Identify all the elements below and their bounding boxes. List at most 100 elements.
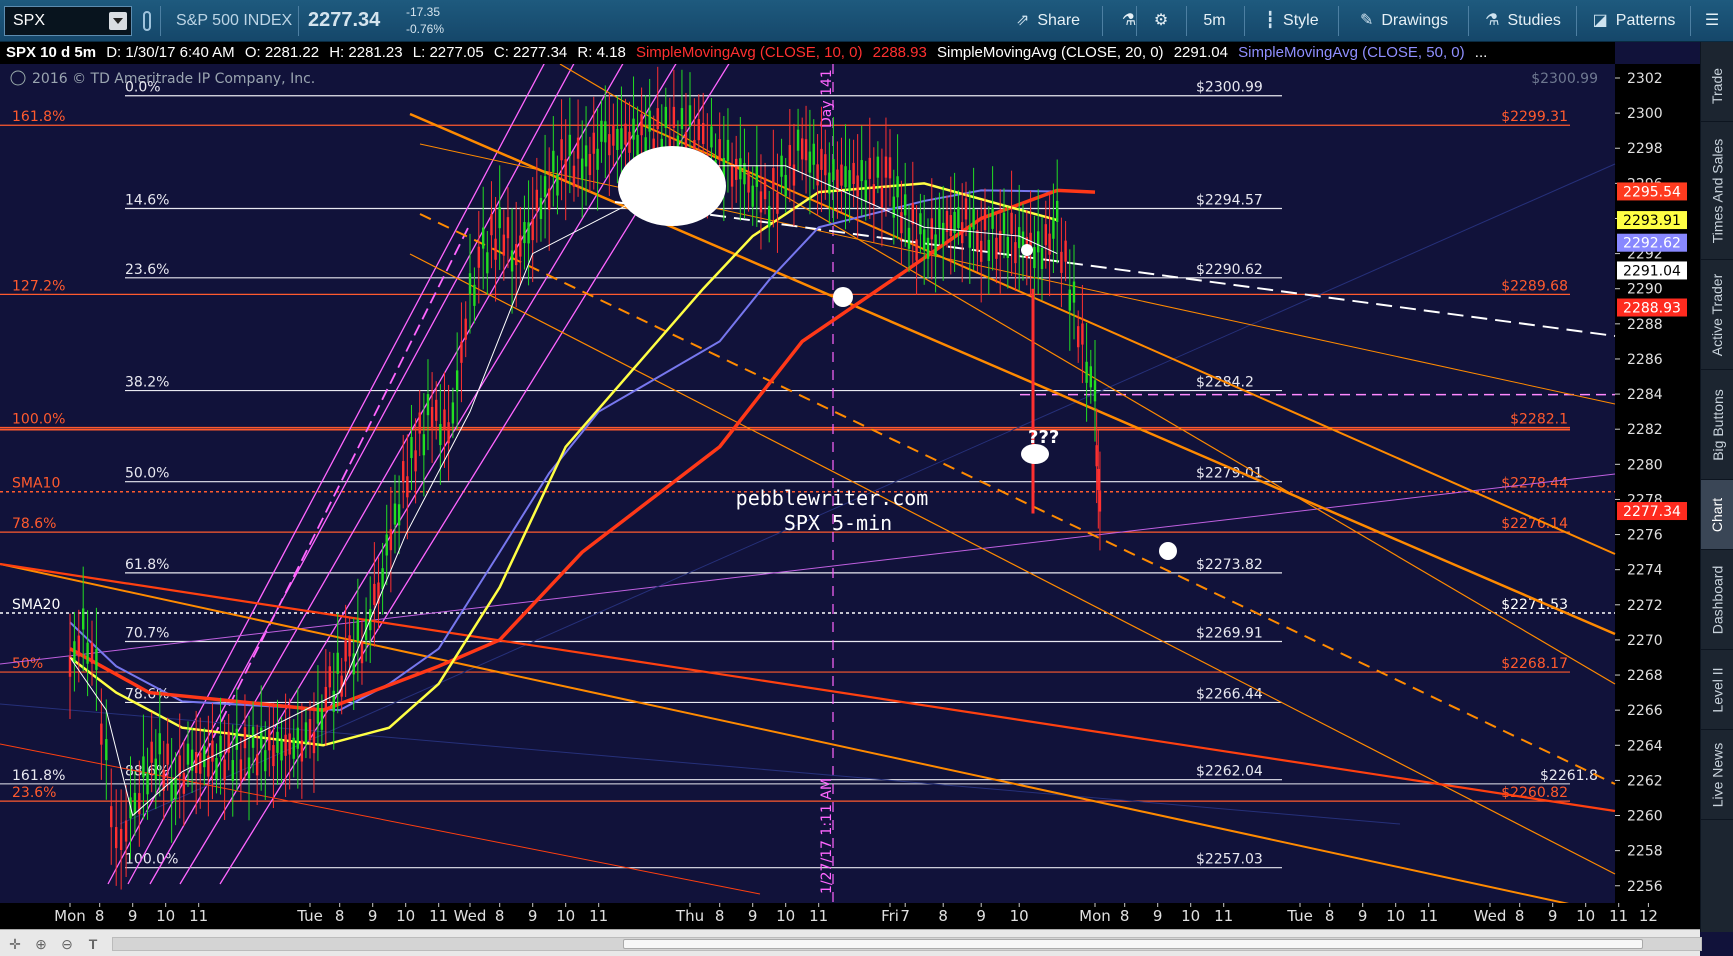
candle-body <box>328 666 331 688</box>
candle-body <box>556 174 559 196</box>
candle-body <box>255 754 259 776</box>
candle-body <box>820 148 823 170</box>
price-tick-label: 2268 <box>1627 668 1663 684</box>
candle-body <box>1095 445 1098 467</box>
candle-body <box>656 108 659 130</box>
text-tool-icon[interactable]: T <box>84 935 102 953</box>
candle-body <box>292 737 295 759</box>
candle-body <box>584 145 588 167</box>
fib-value-label: $2269.91 <box>1196 626 1263 642</box>
side-tab-times-and-sales[interactable]: Times And Sales <box>1701 122 1733 260</box>
style-button[interactable]: ┇ Style <box>1246 0 1338 42</box>
candle-body <box>402 461 405 483</box>
share-button[interactable]: ⇗ Share <box>994 0 1102 42</box>
fib-value-label: $2294.57 <box>1196 192 1263 208</box>
candle-body <box>73 641 76 663</box>
scrollbar-thumb[interactable] <box>623 939 1643 949</box>
candle-body <box>133 792 137 814</box>
candle-body <box>588 153 592 176</box>
zoom-out-icon[interactable]: ⊖ <box>58 935 76 953</box>
fib-level-label: 23.6% <box>125 262 169 278</box>
candle-body <box>552 150 555 172</box>
candle-body <box>759 191 763 213</box>
price-tick-label: 2266 <box>1627 703 1663 719</box>
candle-body <box>280 739 283 761</box>
candle-body <box>268 729 271 751</box>
candle-body <box>949 215 952 237</box>
time-tick-label: 9 <box>528 907 538 925</box>
candle-body <box>124 820 128 842</box>
side-tab-dashboard[interactable]: Dashboard <box>1701 550 1733 650</box>
candle-body <box>872 184 876 206</box>
candle-body <box>430 406 434 429</box>
pencil-icon: ✎ <box>1359 12 1374 29</box>
fib-value-label: $2262.04 <box>1196 764 1263 780</box>
zoom-in-icon[interactable]: ⊕ <box>32 935 50 953</box>
bar-high: H: 2281.23 <box>329 44 403 61</box>
patterns-icon: ◪ <box>1592 12 1608 29</box>
symbol-input[interactable]: SPX <box>4 6 132 36</box>
price-tick-label: 2288 <box>1627 317 1663 333</box>
candle-body <box>788 145 792 167</box>
candle-body <box>211 740 214 762</box>
candle-body <box>1048 233 1051 255</box>
settings-button[interactable]: ⚙ <box>1137 0 1185 42</box>
candle-body <box>840 164 843 186</box>
horizontal-scrollbar[interactable] <box>112 937 1702 951</box>
candle-body <box>710 126 713 148</box>
sma20-label[interactable]: SimpleMovingAvg (CLOSE, 20, 0) <box>937 44 1164 61</box>
candle-body <box>519 235 522 257</box>
candle-body <box>473 284 476 306</box>
marker-dot <box>1159 542 1177 560</box>
candle-body <box>718 139 721 161</box>
more-studies[interactable]: ... <box>1475 44 1488 61</box>
price-tick-label: 2256 <box>1627 879 1663 895</box>
side-tab-level-ii[interactable]: Level II <box>1701 650 1733 730</box>
side-tab-active-trader[interactable]: Active Trader <box>1701 260 1733 370</box>
candle-body <box>1056 200 1059 222</box>
fib-level-label: 14.6% <box>125 192 169 208</box>
candle-body <box>215 757 218 779</box>
candle-body <box>194 751 198 774</box>
patterns-button[interactable]: ◪ Patterns <box>1578 0 1690 42</box>
candle-body <box>648 110 651 132</box>
time-tick-label: Wed <box>1474 907 1507 925</box>
time-tick-label: 10 <box>156 907 175 925</box>
candle-body <box>900 212 903 234</box>
candle-body <box>702 122 705 145</box>
time-tick-label: 7 <box>900 907 910 925</box>
candle-body <box>410 436 413 459</box>
fib-value-label: $2266.44 <box>1196 686 1263 702</box>
candle-body <box>464 318 467 340</box>
price-chart[interactable]: 2016 © TD Ameritrade IP Company, Inc.0.0… <box>0 64 1700 929</box>
drawings-button[interactable]: ✎ Drawings <box>1340 0 1468 42</box>
menu-button[interactable]: ☰ <box>1692 0 1732 42</box>
side-tab-trade[interactable]: Trade <box>1701 50 1733 122</box>
symbol-dropdown-icon[interactable] <box>109 12 127 30</box>
sma10-value: 2288.93 <box>872 44 927 61</box>
sma10-label[interactable]: SimpleMovingAvg (CLOSE, 10, 0) <box>636 44 863 61</box>
sma50-label[interactable]: SimpleMovingAvg (CLOSE, 50, 0) <box>1238 44 1465 61</box>
price-tick-label: 2276 <box>1627 528 1663 544</box>
candle-body <box>223 759 226 781</box>
candle-body <box>808 151 812 173</box>
toolbar-separator <box>1576 6 1577 36</box>
side-tab-chart[interactable]: Chart <box>1701 480 1733 550</box>
side-tab-big-buttons[interactable]: Big Buttons <box>1701 370 1733 480</box>
candle-body <box>393 503 397 525</box>
interval-button[interactable]: 5m <box>1187 0 1242 42</box>
candle-body <box>170 779 173 801</box>
candle-body <box>308 719 312 741</box>
candle-body <box>1089 366 1092 388</box>
side-tab-live-news[interactable]: Live News <box>1701 730 1733 820</box>
price-tick-label: 2264 <box>1627 738 1663 754</box>
time-tick-label: Tue <box>1286 907 1313 925</box>
pan-icon[interactable]: ✛ <box>6 935 24 953</box>
candle-body <box>1033 247 1036 269</box>
link-icon[interactable] <box>143 11 151 31</box>
time-tick-label: Thu <box>675 907 704 925</box>
candle-body <box>848 170 851 192</box>
studies-button[interactable]: ⚗ Studies <box>1470 0 1576 42</box>
patterns-label: Patterns <box>1615 12 1676 29</box>
candle-body <box>930 218 933 240</box>
